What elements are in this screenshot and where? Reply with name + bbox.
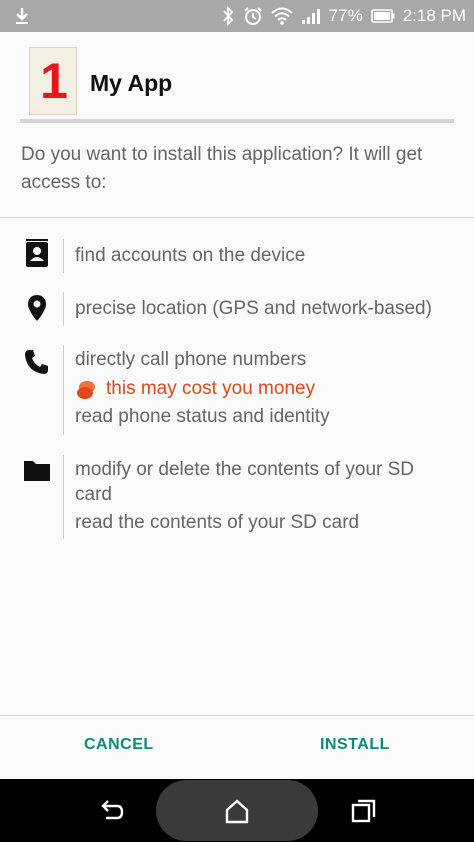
location-pin-icon — [28, 295, 46, 321]
battery-percent: 77% — [328, 6, 363, 25]
status-bar: 77% 2:18 PM — [0, 0, 474, 32]
coins-icon — [77, 381, 95, 399]
signal-icon — [301, 9, 320, 24]
alarm-icon — [243, 7, 262, 25]
header-divider — [20, 119, 454, 123]
recent-apps-icon[interactable] — [349, 796, 379, 826]
contacts-icon — [26, 239, 48, 267]
cancel-button[interactable]: CANCEL — [84, 736, 154, 754]
install-button[interactable]: INSTALL — [320, 736, 390, 754]
cost-warning: this may cost you money — [106, 378, 316, 399]
download-icon — [16, 8, 28, 24]
permission-bar — [63, 239, 64, 273]
app-name: My App — [90, 70, 173, 96]
prompt-divider — [0, 217, 474, 218]
permission-text: directly call phone numbers — [75, 349, 307, 370]
wifi-icon — [270, 7, 293, 25]
home-icon[interactable] — [222, 796, 252, 826]
bluetooth-icon — [222, 6, 233, 26]
install-prompt: Do you want to install this application?… — [21, 144, 423, 193]
app-logo: 1 — [29, 47, 77, 115]
permission-text: modify or delete the contents of your SD — [75, 459, 415, 480]
permission-text: read the contents of your SD card — [75, 512, 360, 533]
permission-bar — [63, 345, 64, 435]
permission-bar — [63, 455, 64, 539]
permission-text: card — [75, 484, 112, 505]
permission-text: precise location (GPS and network-based) — [75, 298, 432, 319]
permission-text: read phone status and identity — [75, 406, 330, 427]
permission-text: find accounts on the device — [75, 245, 306, 266]
actions-divider — [0, 715, 474, 716]
permission-bar — [63, 292, 64, 326]
phone-icon — [25, 350, 48, 374]
navigation-bar — [0, 779, 474, 842]
app-logo-text: 1 — [40, 53, 68, 109]
back-icon[interactable] — [96, 796, 126, 826]
folder-icon — [24, 461, 50, 481]
battery-icon — [370, 9, 395, 23]
clock: 2:18 PM — [402, 6, 466, 25]
